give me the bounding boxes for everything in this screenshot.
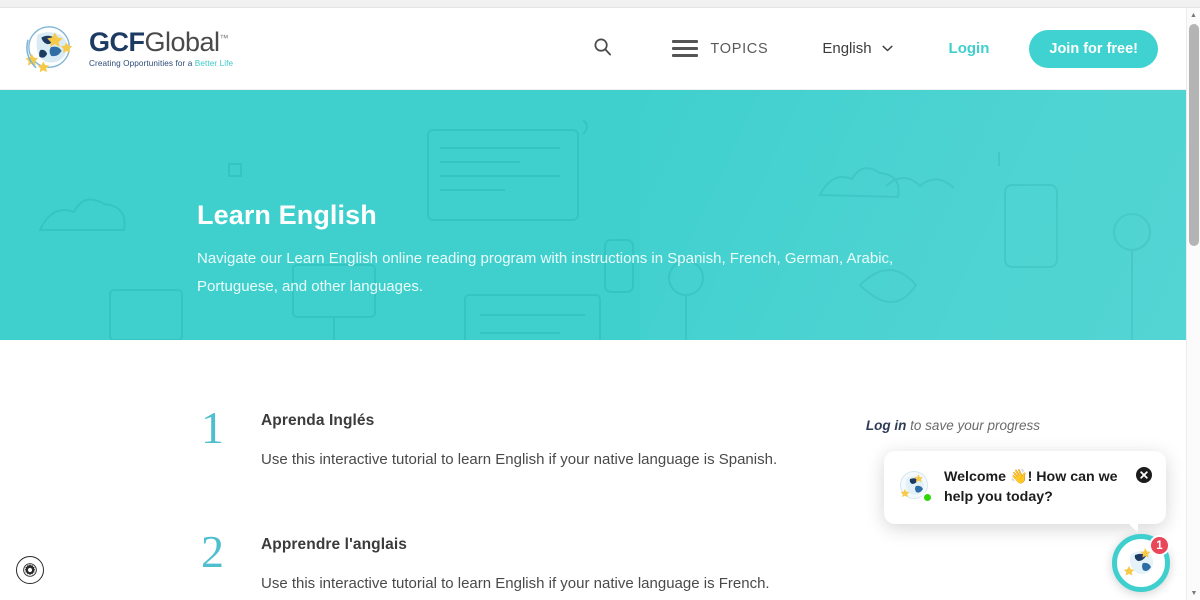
logo-tagline: Creating Opportunities for a Better Life bbox=[89, 58, 234, 68]
scrollbar-thumb[interactable] bbox=[1189, 24, 1199, 246]
accessibility-settings-button[interactable] bbox=[16, 556, 44, 584]
logo-word-global: Global bbox=[144, 26, 221, 57]
login-note-link[interactable]: Log in bbox=[866, 418, 907, 433]
topics-label: TOPICS bbox=[710, 40, 769, 57]
chat-unread-badge: 1 bbox=[1149, 535, 1170, 556]
chat-close-button[interactable] bbox=[1136, 466, 1152, 483]
list-item-title[interactable]: Aprenda Inglés bbox=[261, 412, 777, 430]
close-icon bbox=[1136, 466, 1152, 483]
page-viewport: GCFGlobal™ Creating Opportunities for a … bbox=[0, 8, 1186, 600]
avatar bbox=[898, 469, 933, 503]
logo-tagline-secondary: Better Life bbox=[194, 58, 234, 68]
list-item-number: 2 bbox=[201, 525, 224, 577]
chat-launcher-button[interactable]: 1 bbox=[1112, 534, 1170, 592]
logo-tagline-primary: Creating Opportunities for a bbox=[89, 58, 195, 68]
page-title: Learn English bbox=[197, 200, 377, 230]
browser-chrome-strip bbox=[0, 0, 1200, 8]
logo-word-gcf: GCF bbox=[89, 26, 145, 57]
hero-banner: Learn English Navigate our Learn English… bbox=[0, 90, 1186, 340]
search-icon bbox=[594, 38, 612, 55]
login-save-progress-note: Log in to save your progress bbox=[866, 418, 1040, 433]
site-logo[interactable]: GCFGlobal™ Creating Opportunities for a … bbox=[22, 23, 233, 75]
logo-trademark: ™ bbox=[219, 32, 229, 43]
list-item-description: Use this interactive tutorial to learn E… bbox=[261, 574, 770, 592]
login-note-text: to save your progress bbox=[906, 418, 1040, 433]
gear-accessibility-icon bbox=[23, 563, 37, 577]
vertical-scrollbar[interactable]: ▲ ▼ bbox=[1186, 8, 1200, 600]
list-item[interactable]: 2 Apprendre l'anglais Use this interacti… bbox=[197, 525, 1186, 596]
list-item-description: Use this interactive tutorial to learn E… bbox=[261, 451, 778, 468]
topics-menu-button[interactable]: TOPICS bbox=[672, 40, 768, 57]
list-item-title[interactable]: Apprendre l'anglais bbox=[261, 536, 770, 554]
list-item-number: 1 bbox=[201, 402, 224, 453]
chat-welcome-bubble[interactable]: Welcome 👋! How can we help you today? bbox=[884, 450, 1166, 534]
scrollbar-down-arrow[interactable]: ▼ bbox=[1187, 586, 1200, 600]
login-link[interactable]: Login bbox=[949, 40, 990, 57]
logo-wordmark: GCFGlobal™ bbox=[89, 26, 233, 57]
hero-subtitle: Navigate our Learn English online readin… bbox=[197, 250, 894, 295]
chat-welcome-message: Welcome 👋! How can we help you today? bbox=[944, 468, 1118, 506]
language-selector[interactable]: English bbox=[822, 40, 893, 57]
gcf-globe-logo-icon bbox=[25, 25, 73, 72]
primary-navigation: TOPICS English Login Join for free! bbox=[581, 29, 1158, 69]
scrollbar-up-arrow[interactable]: ▲ bbox=[1187, 8, 1200, 22]
site-header: GCFGlobal™ Creating Opportunities for a … bbox=[0, 8, 1186, 90]
hamburger-menu-icon bbox=[672, 40, 699, 57]
search-button[interactable] bbox=[581, 29, 624, 69]
join-for-free-button[interactable]: Join for free! bbox=[1029, 29, 1158, 68]
language-label: English bbox=[822, 40, 872, 57]
online-status-dot bbox=[922, 491, 933, 503]
chevron-down-icon bbox=[881, 45, 893, 52]
